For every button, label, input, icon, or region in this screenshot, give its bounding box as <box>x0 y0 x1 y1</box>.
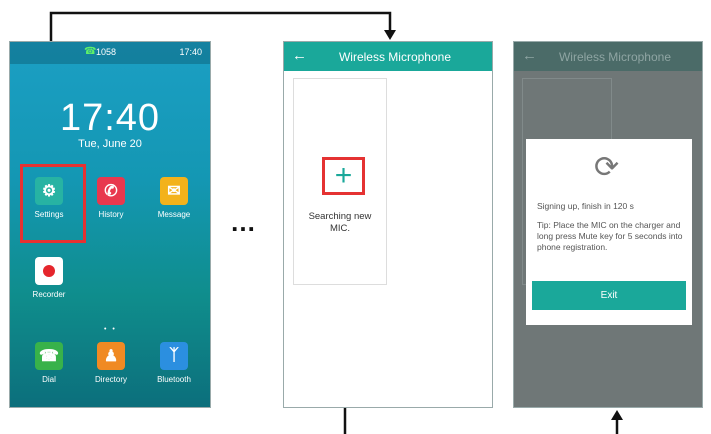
dock-bluetooth[interactable]: ᛉ Bluetooth <box>149 342 199 384</box>
app-message[interactable]: ✉ Message <box>149 177 199 219</box>
contact-icon: ♟ <box>97 342 125 370</box>
page-title: Wireless Microphone <box>558 50 672 64</box>
phone-icon: ☎ <box>35 342 63 370</box>
home-screen: ☎ 1058 17:40 17:40 Tue, June 20 ⚙ Settin… <box>9 41 211 408</box>
mic-slot-card: + Searching new MIC. <box>293 78 387 285</box>
wireless-mic-screen: ← Wireless Microphone + Searching new MI… <box>283 41 493 408</box>
app-history[interactable]: ✆ History <box>86 177 136 219</box>
envelope-icon: ✉ <box>160 177 188 205</box>
status-time: 17:40 <box>179 47 202 57</box>
registration-tip: Tip: Place the MIC on the charger and lo… <box>537 220 683 252</box>
app-label: Recorder <box>32 290 66 299</box>
signup-status: Signing up, finish in 120 s <box>537 201 634 211</box>
registration-dialog: ⟳ Signing up, finish in 120 s Tip: Place… <box>526 139 692 325</box>
app-label: Dial <box>42 375 56 384</box>
phone-status-icon: ☎ <box>84 46 97 57</box>
page-indicator: • • <box>104 326 117 333</box>
dock-dial[interactable]: ☎ Dial <box>24 342 74 384</box>
add-mic-button[interactable]: + <box>322 157 365 195</box>
arrow-head-up <box>611 410 623 420</box>
settings-highlight <box>20 164 86 243</box>
title-bar-dimmed: ← Wireless Microphone <box>514 42 702 71</box>
app-label: Directory <box>94 375 127 384</box>
ellipsis: … <box>230 207 258 237</box>
page-title: Wireless Microphone <box>338 50 452 64</box>
registration-screen: ← Wireless Microphone ⟳ Signing up, fini… <box>513 41 703 408</box>
status-bar: ☎ 1058 17:40 <box>10 42 210 64</box>
clock: 17:40 <box>59 97 161 139</box>
plus-icon: + <box>334 159 353 192</box>
app-label: History <box>98 210 124 219</box>
app-label: Message <box>157 210 191 219</box>
exit-button[interactable]: Exit <box>532 281 686 310</box>
date: Tue, June 20 <box>78 138 142 150</box>
dock-directory[interactable]: ♟ Directory <box>86 342 136 384</box>
bluetooth-icon: ᛉ <box>160 342 188 370</box>
dialog-text: Signing up, finish in 120 s Tip: Place t… <box>537 201 685 261</box>
status-extension: 1058 <box>96 47 117 57</box>
missed-call-icon: ✆ <box>97 177 125 205</box>
app-label: Bluetooth <box>157 375 191 384</box>
searching-text: Searching new MIC. <box>308 211 372 234</box>
app-recorder[interactable]: Recorder <box>24 257 74 299</box>
title-bar: ← Wireless Microphone <box>284 42 492 71</box>
record-icon <box>35 257 63 285</box>
arrow-head-down <box>384 30 396 40</box>
refresh-icon: ⟳ <box>594 151 620 184</box>
